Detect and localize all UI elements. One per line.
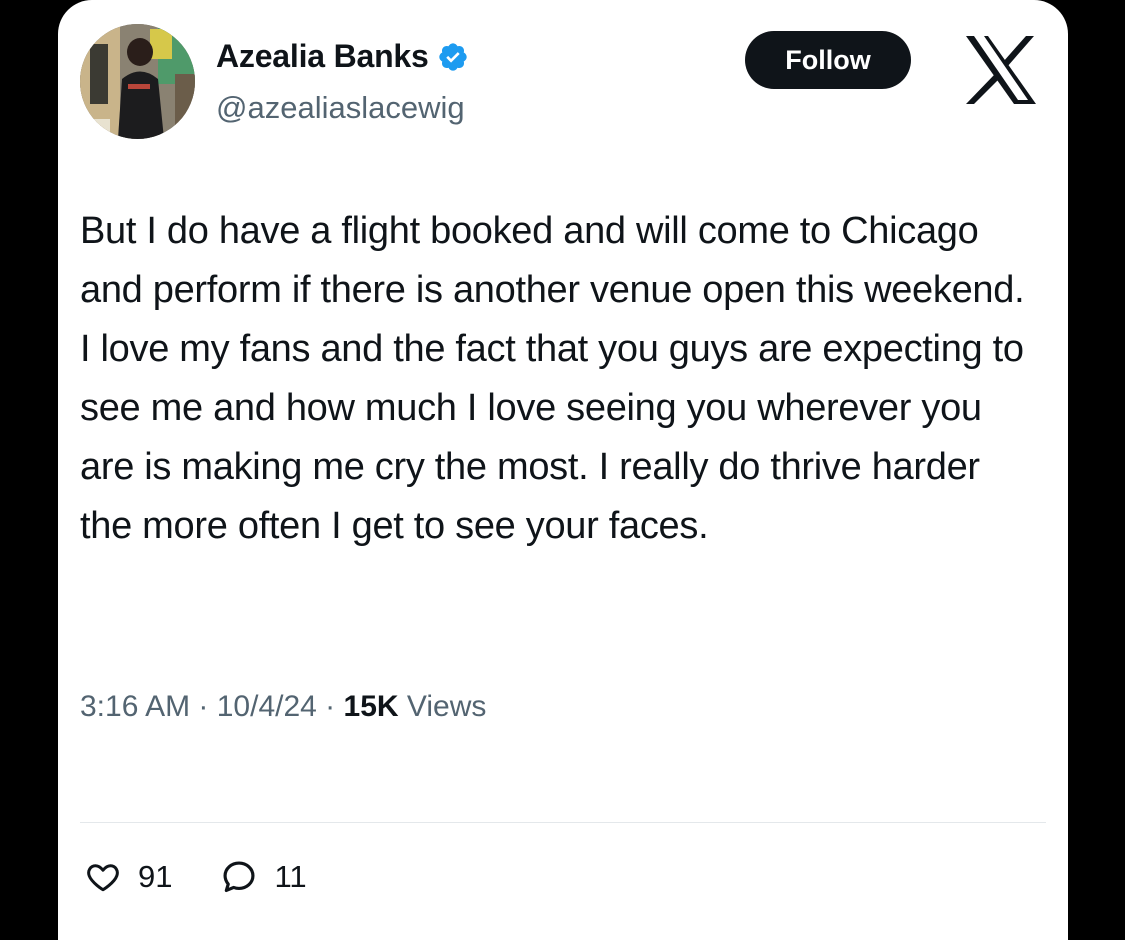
avatar-photo xyxy=(80,24,195,139)
tweet-card: Azealia Banks @azealiaslacewig Follow Bu… xyxy=(58,0,1068,940)
author-display-name[interactable]: Azealia Banks xyxy=(216,38,429,75)
views-label: Views xyxy=(406,690,487,723)
reply-count: 11 xyxy=(274,859,307,894)
tweet-date[interactable]: 10/4/24 xyxy=(217,690,317,724)
x-logo-icon[interactable] xyxy=(964,34,1038,106)
meta-separator: · xyxy=(316,690,344,723)
meta-space xyxy=(399,690,407,724)
reply-button[interactable]: 11 xyxy=(220,858,307,896)
like-button[interactable]: 91 xyxy=(84,859,172,895)
reply-bubble-icon xyxy=(223,861,256,893)
avatar[interactable] xyxy=(80,24,195,139)
engagement-bar: 91 11 xyxy=(84,858,355,896)
like-count: 91 xyxy=(138,859,173,894)
follow-button[interactable]: Follow xyxy=(745,31,911,89)
views-count: 15K xyxy=(343,690,399,723)
heart-icon xyxy=(87,864,119,892)
tweet-time[interactable]: 3:16 AM xyxy=(80,690,190,724)
meta-separator: · xyxy=(190,690,217,723)
author-name-row: Azealia Banks xyxy=(216,38,469,75)
author-handle[interactable]: @azealiaslacewig xyxy=(216,90,465,126)
tweet-text: But I do have a flight booked and will c… xyxy=(80,210,1025,547)
divider xyxy=(80,822,1046,823)
verified-badge-icon xyxy=(437,41,469,73)
tweet-metadata: 3:16 AM · 10/4/24 · 15K Views xyxy=(80,690,486,724)
